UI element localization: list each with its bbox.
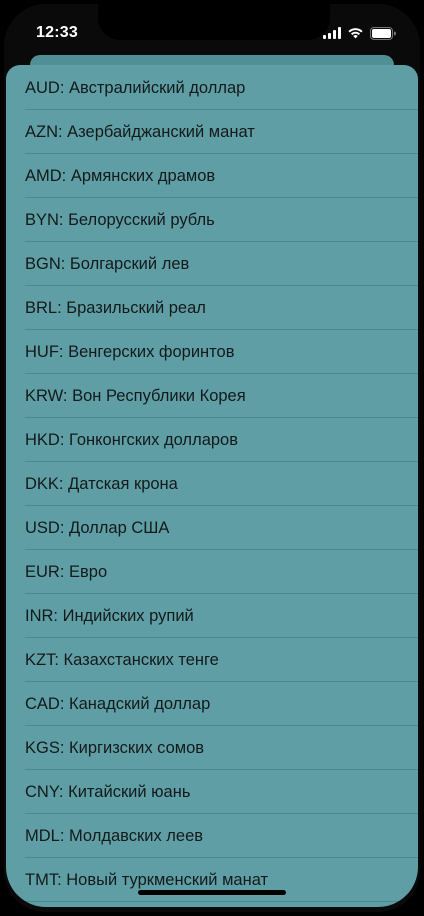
currency-row-cad[interactable]: CAD: Канадский доллар xyxy=(6,682,418,726)
currency-label: BRL: Бразильский реал xyxy=(25,298,206,317)
currency-label: CAD: Канадский доллар xyxy=(25,694,211,713)
currency-label: TMT: Новый туркменский манат xyxy=(25,870,269,889)
currency-row-kgs[interactable]: KGS: Киргизских сомов xyxy=(6,726,418,770)
currency-row-brl[interactable]: BRL: Бразильский реал xyxy=(6,286,418,330)
currency-row-usd[interactable]: USD: Доллар США xyxy=(6,506,418,550)
currency-row-cny[interactable]: CNY: Китайский юань xyxy=(6,770,418,814)
home-indicator[interactable] xyxy=(138,890,286,895)
currency-row-amd[interactable]: AMD: Армянских драмов xyxy=(6,154,418,198)
currency-row-hkd[interactable]: HKD: Гонконгских долларов xyxy=(6,418,418,462)
currency-label: INR: Индийских рупий xyxy=(25,606,194,625)
currency-label: KRW: Вон Республики Корея xyxy=(25,386,246,405)
currency-label: CNY: Китайский юань xyxy=(25,782,191,801)
currency-row-eur[interactable]: EUR: Евро xyxy=(6,550,418,594)
currency-row-inr[interactable]: INR: Индийских рупий xyxy=(6,594,418,638)
currency-label: HKD: Гонконгских долларов xyxy=(25,430,238,449)
currency-row-mdl[interactable]: MDL: Молдавских леев xyxy=(6,814,418,858)
currency-label: BYN: Белорусский рубль xyxy=(25,210,215,229)
currency-list[interactable]: AUD: Австралийский доллар AZN: Азербайдж… xyxy=(6,66,418,902)
status-time: 12:33 xyxy=(36,24,78,41)
currency-label: MDL: Молдавских леев xyxy=(25,826,204,845)
currency-label: KZT: Казахстанских тенге xyxy=(25,650,219,669)
currency-label: AZN: Азербайджанский манат xyxy=(25,122,255,141)
battery-icon xyxy=(370,26,396,40)
currency-row-byn[interactable]: BYN: Белорусский рубль xyxy=(6,198,418,242)
currency-label: DKK: Датская крона xyxy=(25,474,178,493)
status-bar: 12:33 xyxy=(4,4,420,54)
currency-row-tmt[interactable]: TMT: Новый туркменский манат xyxy=(6,858,418,902)
currency-label: AUD: Австралийский доллар xyxy=(25,78,246,97)
currency-row-azn[interactable]: AZN: Азербайджанский манат xyxy=(6,110,418,154)
currency-row-huf[interactable]: HUF: Венгерских форинтов xyxy=(6,330,418,374)
currency-label: USD: Доллар США xyxy=(25,518,170,537)
currency-label: AMD: Армянских драмов xyxy=(25,166,216,185)
currency-picker-sheet[interactable]: AUD: Австралийский доллар AZN: Азербайдж… xyxy=(6,65,418,907)
cellular-signal-icon xyxy=(323,27,341,39)
currency-row-aud[interactable]: AUD: Австралийский доллар xyxy=(6,66,418,110)
screen: 12:33 AUD: Австралийский доллар AZN: Азе… xyxy=(4,4,420,912)
currency-row-dkk[interactable]: DKK: Датская крона xyxy=(6,462,418,506)
currency-label: HUF: Венгерских форинтов xyxy=(25,342,235,361)
currency-label: EUR: Евро xyxy=(25,562,108,581)
currency-label: KGS: Киргизских сомов xyxy=(25,738,205,757)
currency-row-kzt[interactable]: KZT: Казахстанских тенге xyxy=(6,638,418,682)
currency-label: BGN: Болгарский лев xyxy=(25,254,190,273)
wifi-icon xyxy=(347,27,364,39)
currency-row-bgn[interactable]: BGN: Болгарский лев xyxy=(6,242,418,286)
currency-row-krw[interactable]: KRW: Вон Республики Корея xyxy=(6,374,418,418)
status-icons xyxy=(323,26,396,40)
device-frame: 12:33 AUD: Австралийский доллар AZN: Азе… xyxy=(0,0,424,916)
